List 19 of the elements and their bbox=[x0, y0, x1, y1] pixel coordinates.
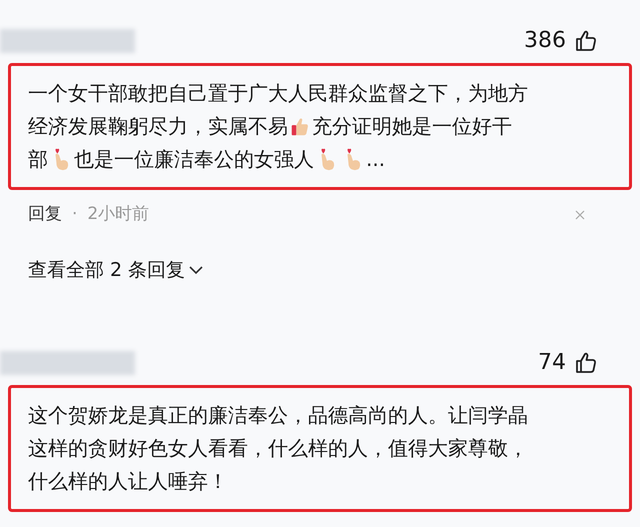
separator-dot: · bbox=[72, 203, 78, 226]
comment-text: 也是一位廉洁奉公的女强人 bbox=[74, 146, 314, 173]
like-icon[interactable] bbox=[574, 28, 598, 52]
comment-text: 充分证明她是一位好干 bbox=[312, 113, 512, 140]
comment-text: 部 bbox=[28, 146, 48, 173]
comment-text: 什么样的人让人唾弃！ bbox=[28, 468, 228, 495]
thumbs-up-icon bbox=[289, 116, 311, 138]
reply-link[interactable]: 回复 bbox=[28, 202, 62, 228]
timestamp: 2小时前 bbox=[87, 203, 150, 226]
chevron-down-icon bbox=[189, 264, 204, 275]
comment-text: 一个女干部敢把自己置于广大人民群众监督之下，为地方 bbox=[28, 80, 528, 107]
like-icon[interactable] bbox=[574, 350, 598, 374]
comment-text: 经济发展鞠躬尽力，实属不易 bbox=[28, 113, 288, 140]
like-count: 386 bbox=[524, 27, 566, 55]
comment-text: ... bbox=[366, 146, 386, 173]
comment-text: 这个贺娇龙是真正的廉洁奉公，品德高尚的人。让闫学晶 bbox=[28, 402, 528, 429]
like-count: 74 bbox=[538, 349, 566, 377]
view-replies-link[interactable]: 查看全部 2 条回复 bbox=[0, 256, 204, 284]
comment-text: 这样的贪财好色女人看看，什么样的人，值得大家尊敬， bbox=[28, 435, 528, 462]
